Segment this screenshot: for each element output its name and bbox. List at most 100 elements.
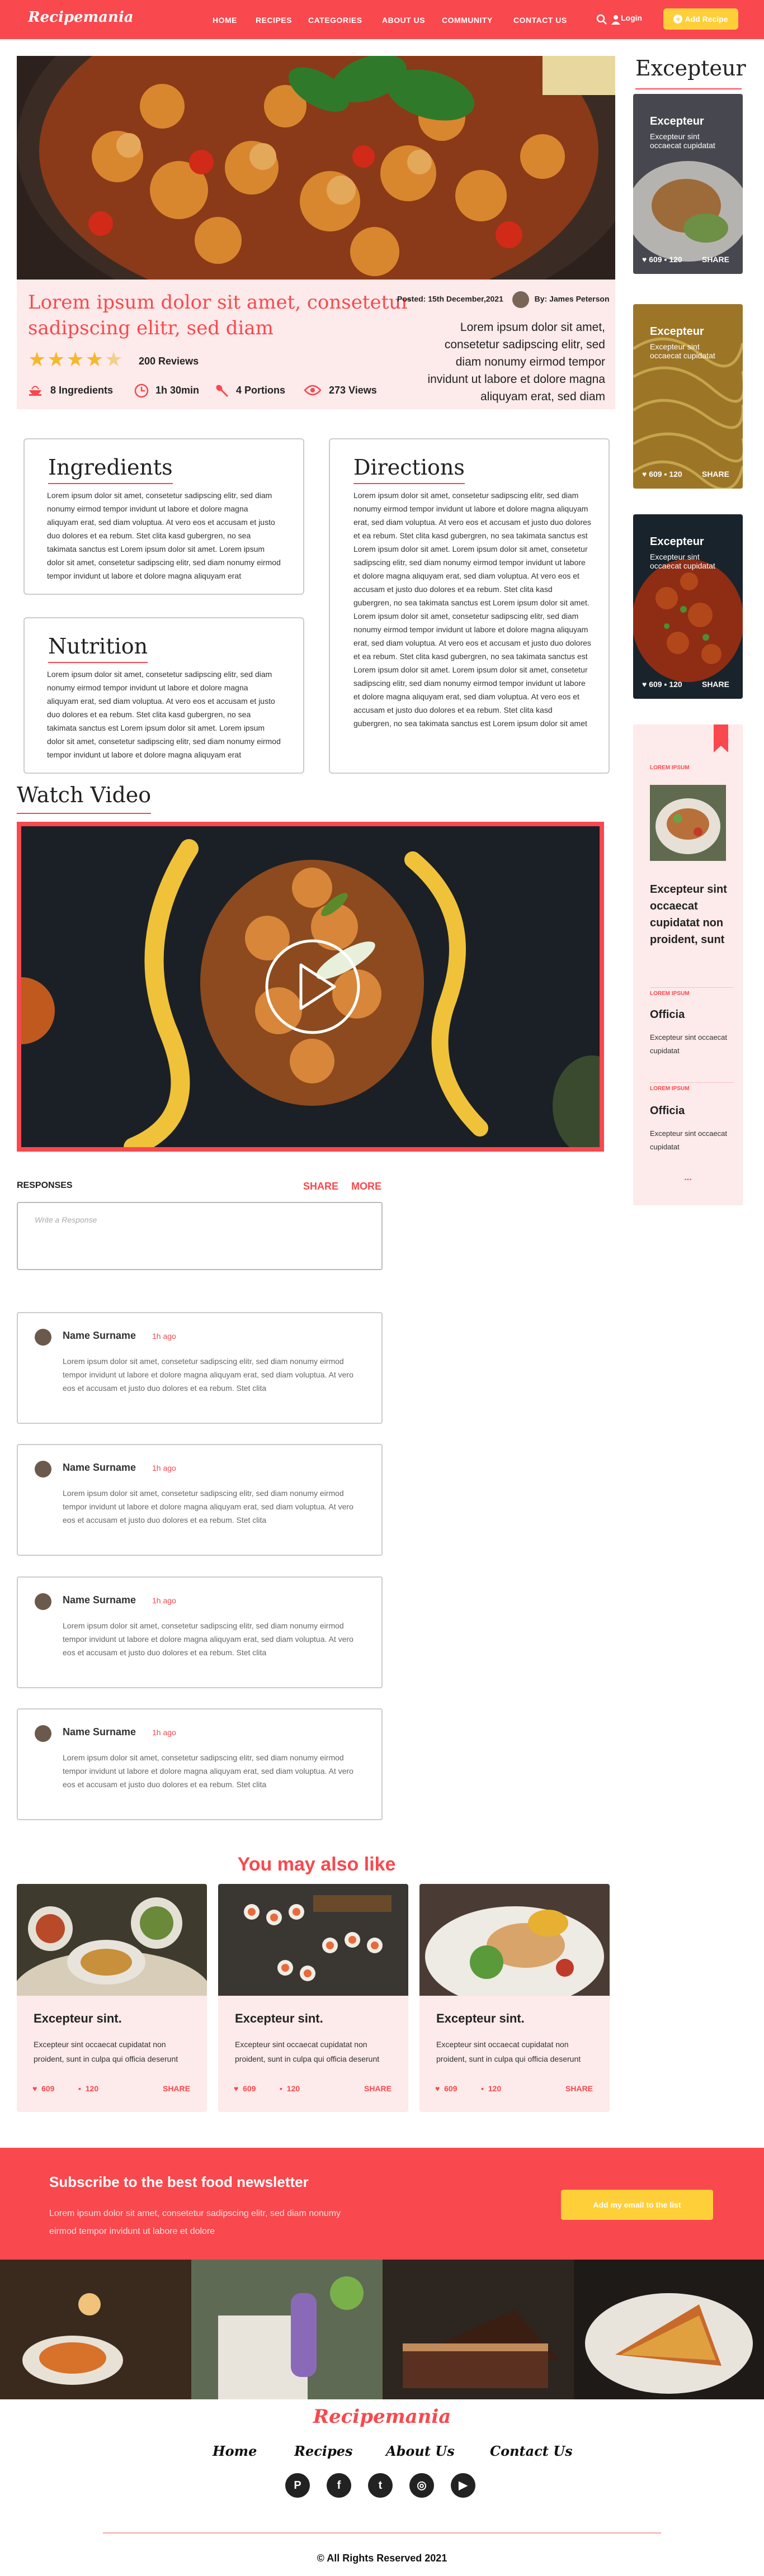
stat-views: 273 Views [329, 385, 377, 396]
footer-link-home[interactable]: Home [213, 2443, 257, 2459]
recipe-card[interactable]: Excepteur sint. Excepteur sint occaecat … [17, 1884, 207, 2112]
footer-link-contact-us[interactable]: Contact Us [490, 2443, 573, 2459]
food-gallery [0, 2260, 764, 2399]
recipe-description: Lorem ipsum dolor sit amet, consetetur s… [427, 321, 605, 403]
likes-count: 609 [649, 680, 662, 689]
recipe-card[interactable]: Excepteur sint. Excepteur sint occaecat … [218, 1884, 408, 2112]
nav-home[interactable]: HOME [213, 16, 237, 25]
responses-heading: RESPONSES [17, 1181, 73, 1190]
newsletter-title: Subscribe to the best food newsletter [49, 2174, 309, 2190]
nutrition-title: Nutrition [48, 634, 148, 663]
directions-title: Directions [353, 455, 465, 484]
sidebar-card-title: Excepteur [650, 115, 704, 127]
list-item-text: Excepteur sint occaecat cupidatat [650, 1033, 728, 1055]
nav-about-us[interactable]: ABOUT US [382, 16, 425, 25]
hero-image [17, 56, 615, 280]
footer-link-recipes[interactable]: Recipes [294, 2443, 353, 2459]
response-input[interactable]: Write a Response [17, 1202, 383, 1270]
sidebar-card-stats: ♥ 609 ▪ 120 [642, 255, 682, 264]
newsletter-button[interactable]: Add my email to the list [561, 2190, 713, 2220]
comment-icon: ▪ [664, 255, 667, 264]
recipe-card-comments: ▪ 120 [481, 2084, 501, 2093]
sidebar-card-share[interactable]: SHARE [702, 470, 729, 479]
login-link[interactable]: Login [621, 13, 642, 22]
ingredients-text: Lorem ipsum dolor sit amet, consetetur s… [47, 491, 281, 580]
recipe-card-title: Excepteur sint. [34, 2011, 122, 2025]
comments-count: 120 [669, 680, 682, 689]
reviews-count[interactable]: 200 Reviews [139, 356, 199, 367]
recipe-card-comments: ▪ 120 [78, 2084, 98, 2093]
responses-more[interactable]: MORE [351, 1181, 381, 1192]
avatar [35, 1461, 51, 1478]
nav-categories[interactable]: CATEGORIES [308, 16, 362, 25]
list-tag: LOREM IPSUM [650, 991, 690, 997]
recipe-card-image [419, 1884, 610, 1996]
heart-icon: ♥ [234, 2084, 239, 2093]
recipe-card[interactable]: Excepteur sint. Excepteur sint occaecat … [419, 1884, 610, 2112]
recipe-card-text: Excepteur sint occaecat cupidatat non pr… [436, 2040, 581, 2063]
play-icon[interactable] [264, 938, 361, 1035]
ingredients-title: Ingredients [48, 455, 173, 484]
nutrition-card: Nutrition Lorem ipsum dolor sit amet, co… [23, 617, 304, 774]
directions-card: Directions Lorem ipsum dolor sit amet, c… [329, 438, 610, 774]
comment-author[interactable]: Name Surname [63, 1726, 136, 1738]
nav-community[interactable]: COMMUNITY [442, 16, 493, 25]
nav-contact-us[interactable]: CONTACT US [513, 16, 567, 25]
instagram-icon[interactable]: ◎ [409, 2473, 434, 2498]
newsletter-text: Lorem ipsum dolor sit amet, consetetur s… [49, 2209, 341, 2236]
comments-count: 120 [669, 470, 682, 479]
sidebar-title: Excepteur [635, 56, 746, 89]
likes-count: 609 [243, 2084, 256, 2093]
sidebar-card[interactable]: Excepteur Excepteur sint occaecat cupida… [633, 514, 743, 699]
star-icon: ★ [85, 348, 105, 371]
nutrition-text: Lorem ipsum dolor sit amet, consetetur s… [47, 670, 281, 759]
half-star-icon: ★ [105, 348, 124, 371]
stat-ingredients: 8 Ingredients [50, 385, 114, 396]
recipe-card-share[interactable]: SHARE [565, 2084, 593, 2093]
sidebar-card-subtitle: Excepteur sint occaecat cupidatat [650, 132, 715, 150]
comment-author[interactable]: Name Surname [63, 1594, 136, 1606]
nav-recipes[interactable]: RECIPES [256, 16, 292, 25]
footer-logo[interactable]: Recipemania [0, 2405, 764, 2428]
avatar [35, 1329, 51, 1346]
list-item-title[interactable]: Excepteur sint occaecat cupidatat non pr… [650, 881, 734, 948]
comment-time: 1h ago [152, 1332, 176, 1341]
ingredients-card: Ingredients Lorem ipsum dolor sit amet, … [23, 438, 304, 595]
list-more[interactable]: ... [633, 1173, 743, 1183]
heart-icon: ♥ [32, 2084, 37, 2093]
recipe-card-comments: ▪ 120 [280, 2084, 300, 2093]
footer-link-about-us[interactable]: About Us [386, 2443, 455, 2459]
directions-text: Lorem ipsum dolor sit amet, consetetur s… [353, 491, 591, 728]
sidebar-card-subtitle: Excepteur sint occaecat cupidatat [650, 552, 715, 570]
sidebar-card[interactable]: Excepteur Excepteur sint occaecat cupida… [633, 304, 743, 489]
list-item-title[interactable]: Officia [650, 1008, 685, 1021]
heart-icon: ♥ [435, 2084, 440, 2093]
sidebar-card-share[interactable]: SHARE [702, 680, 729, 689]
comment-icon: ▪ [78, 2084, 81, 2093]
add-recipe-button[interactable]: + Add Recipe [663, 8, 738, 30]
video-player[interactable] [17, 822, 604, 1152]
comment-author[interactable]: Name Surname [63, 1462, 136, 1474]
twitter-icon[interactable]: t [368, 2473, 393, 2498]
stat-time: 1h 30min [155, 385, 200, 396]
search-icon[interactable] [596, 14, 607, 25]
comment-time: 1h ago [152, 1596, 176, 1605]
comment-text: Lorem ipsum dolor sit amet, consetetur s… [63, 1753, 353, 1789]
likes-count: 609 [649, 470, 662, 479]
pinterest-icon[interactable]: P [285, 2473, 310, 2498]
site-logo[interactable]: Recipemania [28, 9, 134, 26]
list-tag: LOREM IPSUM [650, 1086, 690, 1092]
comment-card: Name Surname 1h ago Lorem ipsum dolor si… [17, 1444, 383, 1556]
comment-author[interactable]: Name Surname [63, 1330, 136, 1342]
sidebar-card[interactable]: Excepteur Excepteur sint occaecat cupida… [633, 94, 743, 274]
bookmark-icon[interactable] [714, 724, 728, 752]
sidebar-card-share[interactable]: SHARE [702, 255, 729, 264]
facebook-icon[interactable]: f [327, 2473, 351, 2498]
responses-share[interactable]: SHARE [303, 1181, 338, 1192]
post-author[interactable]: By: James Peterson [535, 295, 610, 304]
youtube-icon[interactable]: ▶ [451, 2473, 475, 2498]
list-item-title[interactable]: Officia [650, 1105, 685, 1117]
recipe-card-share[interactable]: SHARE [364, 2084, 392, 2093]
recipe-card-image [218, 1884, 408, 1996]
recipe-card-share[interactable]: SHARE [163, 2084, 190, 2093]
